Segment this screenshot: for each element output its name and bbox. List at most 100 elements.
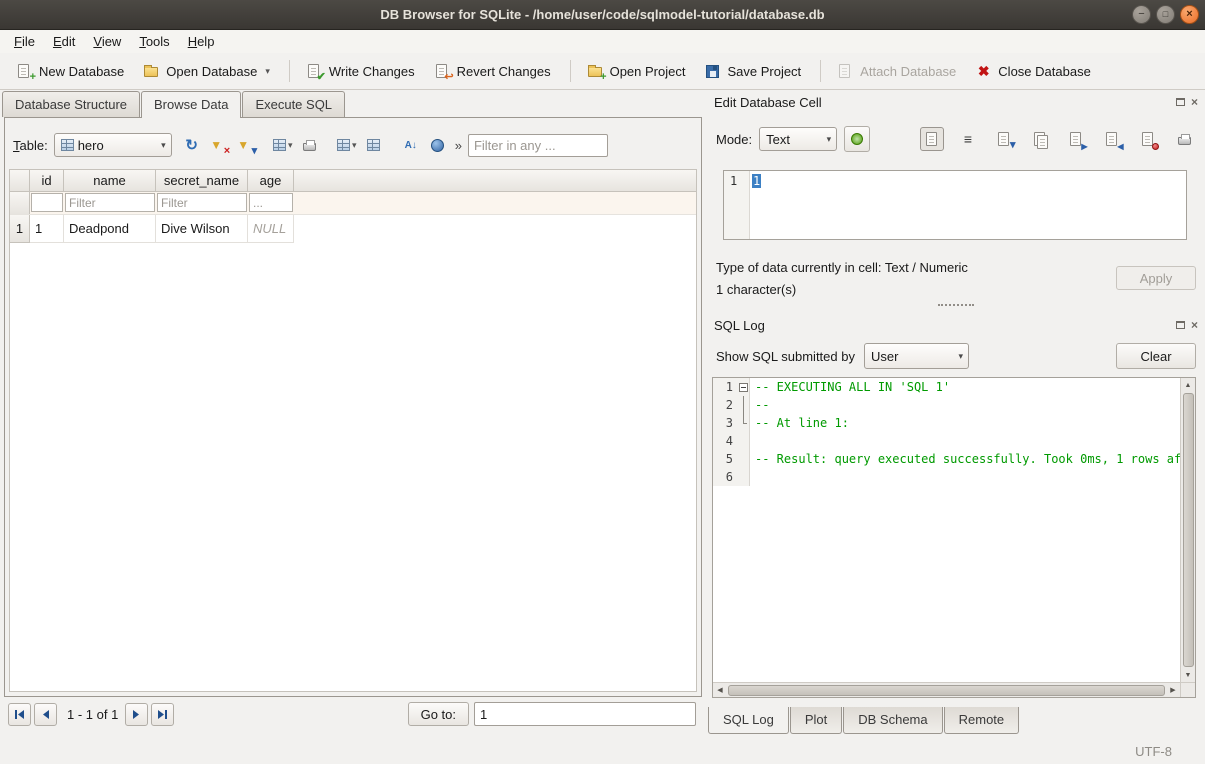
record-navigation: 1 - 1 of 1 Go to: (8, 701, 696, 727)
close-dock-icon[interactable]: × (1191, 320, 1198, 330)
close-dock-icon[interactable]: × (1191, 97, 1198, 107)
tab-execute-sql[interactable]: Execute SQL (242, 91, 345, 117)
clear-log-button[interactable]: Clear (1116, 343, 1196, 369)
gear-icon (851, 133, 863, 145)
refresh-button[interactable]: ↻ (180, 133, 204, 157)
table-selector[interactable]: hero ▾ (54, 133, 172, 157)
maximize-button[interactable]: □ (1156, 5, 1175, 24)
open-project-button[interactable]: + Open Project (579, 58, 694, 85)
goto-button[interactable]: Go to: (408, 702, 469, 726)
cell-secret-name[interactable]: Dive Wilson (156, 215, 248, 243)
next-record-button[interactable] (125, 703, 148, 726)
menu-help[interactable]: Help (179, 32, 224, 51)
cell-editor[interactable]: 1 1 (723, 170, 1187, 240)
column-header-id[interactable]: id (30, 170, 64, 192)
previous-record-button[interactable] (34, 703, 57, 726)
set-null-button[interactable] (1136, 127, 1160, 151)
apply-button[interactable]: Apply (1116, 266, 1196, 290)
filter-input-age[interactable] (249, 193, 293, 212)
text-mode-button[interactable] (920, 127, 944, 151)
scroll-left-icon[interactable]: ◀ (713, 683, 727, 697)
record-range-text: 1 - 1 of 1 (67, 707, 118, 722)
open-database-dropdown-icon[interactable]: ▾ (265, 66, 270, 77)
insert-record-button[interactable]: ▾ (335, 133, 359, 157)
menu-view[interactable]: View (84, 32, 130, 51)
attach-database-label: Attach Database (860, 64, 956, 79)
copy-icon (1032, 131, 1049, 148)
tab-plot[interactable]: Plot (790, 707, 842, 734)
cell-age[interactable]: NULL (248, 215, 294, 243)
filter-input-id[interactable] (31, 193, 63, 212)
float-dock-icon[interactable] (1176, 321, 1185, 329)
print-cell-button[interactable] (1172, 127, 1196, 151)
document-icon (924, 131, 941, 148)
scroll-up-icon[interactable]: ▲ (1181, 378, 1195, 392)
clear-filters-button[interactable]: ▼× (207, 133, 231, 157)
open-database-button[interactable]: Open Database ▾ (135, 58, 278, 85)
column-header-name[interactable]: name (64, 170, 156, 192)
tab-browse-data[interactable]: Browse Data (141, 91, 241, 118)
export-cell-button[interactable]: ◀ (1100, 127, 1124, 151)
write-changes-button[interactable]: ✔ Write Changes (298, 58, 423, 85)
menu-tools[interactable]: Tools (130, 32, 178, 51)
vertical-scroll-thumb[interactable] (1183, 393, 1194, 667)
export-table-button[interactable]: ▾ (271, 133, 295, 157)
print-table-button[interactable] (298, 133, 322, 157)
filter-input-name[interactable] (65, 193, 155, 212)
menu-file[interactable]: File (5, 32, 44, 51)
column-header-age[interactable]: age (248, 170, 294, 192)
tab-database-structure[interactable]: Database Structure (2, 91, 140, 117)
sql-log-view[interactable]: 1 -- EXECUTING ALL IN 'SQL 1' 2 -- 3 -- … (712, 377, 1196, 698)
tab-db-schema[interactable]: DB Schema (843, 707, 942, 734)
toolbar-overflow-icon[interactable]: » (455, 138, 462, 153)
export-table-icon (273, 139, 286, 151)
close-database-button[interactable]: ✖ Close Database (967, 58, 1099, 85)
mode-settings-button[interactable] (844, 126, 870, 152)
editor-content[interactable]: 1 (750, 171, 761, 239)
splitter-handle[interactable] (938, 304, 974, 306)
new-database-button[interactable]: + New Database (8, 58, 132, 85)
first-record-button[interactable] (8, 703, 31, 726)
mode-selector-value: Text (766, 132, 790, 147)
word-wrap-button[interactable]: ≡ (956, 127, 980, 151)
fold-marker-icon[interactable] (739, 383, 748, 392)
scroll-down-icon[interactable]: ▼ (1181, 668, 1195, 682)
right-dock-panel: Edit Database Cell × Mode: Text ▾ ≡ ▾ ▶ … (706, 90, 1205, 738)
show-sql-label: Show SQL submitted by (716, 349, 855, 364)
cell-name[interactable]: Deadpond (64, 215, 156, 243)
encoding-button[interactable] (426, 133, 450, 157)
column-header-secret-name[interactable]: secret_name (156, 170, 248, 192)
filter-any-input[interactable] (468, 134, 608, 157)
revert-changes-button[interactable]: ↩ Revert Changes (426, 58, 559, 85)
float-dock-icon[interactable] (1176, 98, 1185, 106)
tab-remote[interactable]: Remote (944, 707, 1020, 734)
mode-selector[interactable]: Text ▾ (759, 127, 837, 151)
cell-id[interactable]: 1 (30, 215, 64, 243)
table-icon (61, 139, 74, 151)
close-button[interactable]: × (1180, 5, 1199, 24)
filter-options-button[interactable]: ▼▾ (234, 133, 258, 157)
menu-edit[interactable]: Edit (44, 32, 84, 51)
sort-button[interactable]: A↓ (399, 133, 423, 157)
export-icon: ◀ (1104, 131, 1121, 148)
open-external-button[interactable]: ▾ (992, 127, 1016, 151)
sql-log-header: SQL Log × (706, 315, 1205, 335)
goto-input[interactable] (474, 702, 696, 726)
row-number-header[interactable]: 1 (10, 215, 30, 243)
copy-cell-button[interactable] (1028, 127, 1052, 151)
horizontal-scroll-thumb[interactable] (728, 685, 1165, 696)
save-project-button[interactable]: Save Project (696, 58, 809, 85)
submitted-by-selector[interactable]: User ▾ (864, 343, 969, 369)
delete-record-button[interactable] (362, 133, 386, 157)
vertical-scrollbar[interactable]: ▲ ▼ (1180, 378, 1195, 682)
previous-record-icon (41, 710, 50, 719)
minimize-button[interactable]: − (1132, 5, 1151, 24)
last-record-button[interactable] (151, 703, 174, 726)
last-record-icon (157, 710, 168, 719)
import-cell-button[interactable]: ▶ (1064, 127, 1088, 151)
scroll-right-icon[interactable]: ▶ (1166, 683, 1180, 697)
filter-input-secret-name[interactable] (157, 193, 247, 212)
horizontal-scrollbar[interactable]: ◀ ▶ (713, 682, 1180, 697)
tab-sql-log[interactable]: SQL Log (708, 707, 789, 734)
main-toolbar: + New Database Open Database ▾ ✔ Write C… (0, 53, 1205, 90)
